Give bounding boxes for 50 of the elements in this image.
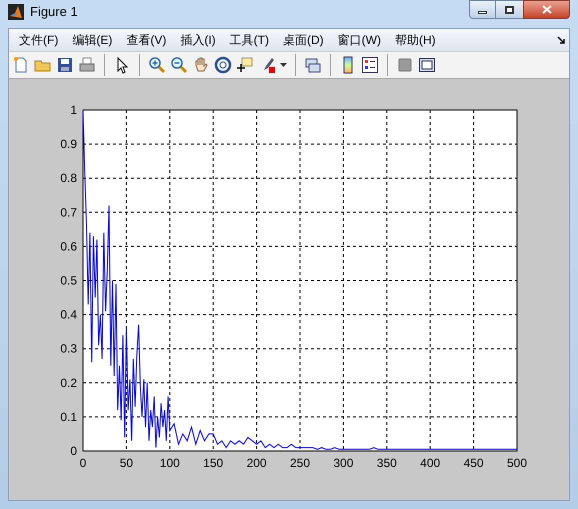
close-button[interactable] [523,0,570,19]
caret-icon[interactable] [280,63,287,67]
y-tick-label: 0.4 [60,308,77,322]
x-tick-label: 250 [290,456,310,470]
menu-item[interactable]: 插入(I) [173,31,223,49]
menu-item[interactable]: 文件(F) [12,31,66,49]
data-cursor-icon[interactable] [236,56,254,74]
app-logo-icon [8,4,24,20]
y-tick-label: 0.9 [60,137,77,152]
save-icon[interactable] [56,56,74,74]
close-icon [542,5,552,14]
minimize-button[interactable] [469,0,496,19]
y-tick-label: 0.5 [60,274,77,288]
x-tick-label: 400 [420,456,440,470]
printer-icon[interactable] [78,56,96,74]
menu-item[interactable]: 窗口(W) [330,31,388,49]
zoom-in-icon[interactable] [148,56,166,74]
y-tick-label: 0.8 [60,171,77,186]
y-tick-label: 0 [70,444,77,458]
x-tick-label: 450 [464,456,484,470]
x-tick-label: 500 [506,456,528,470]
x-tick-label: 0 [80,456,86,470]
menu-item[interactable]: 工具(T) [222,31,276,49]
y-tick-label: 1 [70,103,77,117]
square-icon[interactable] [396,56,414,74]
zoom-out-icon[interactable] [170,56,188,74]
panels-icon[interactable] [418,56,436,74]
restore-icon [505,6,514,14]
y-tick-label: 0.1 [60,410,77,424]
x-tick-label: 200 [246,456,267,470]
rotate-icon[interactable] [214,56,232,74]
legend-icon[interactable] [361,56,379,74]
x-tick-label: 100 [160,456,180,470]
x-tick-label: 50 [120,456,134,470]
menu-item[interactable]: 编辑(E) [65,31,120,49]
dock-arrow-icon[interactable] [557,36,565,44]
y-tick-label: 0.2 [60,376,77,390]
link-icon[interactable] [304,56,322,74]
x-tick-label: 350 [376,456,397,470]
x-tick-label: 300 [333,456,354,470]
x-tick-label: 150 [203,456,224,470]
y-tick-label: 0.6 [60,239,77,254]
y-tick-label: 0.7 [60,205,77,220]
y-tick-label: 0.3 [60,342,77,356]
menu-item[interactable]: 帮助(H) [388,31,443,49]
minimize-icon [478,10,487,14]
window-title: Figure 1 [30,3,78,22]
maximize-button[interactable] [496,0,523,19]
menu-item[interactable]: 桌面(D) [276,31,331,49]
menu-item[interactable]: 查看(V) [119,31,174,49]
